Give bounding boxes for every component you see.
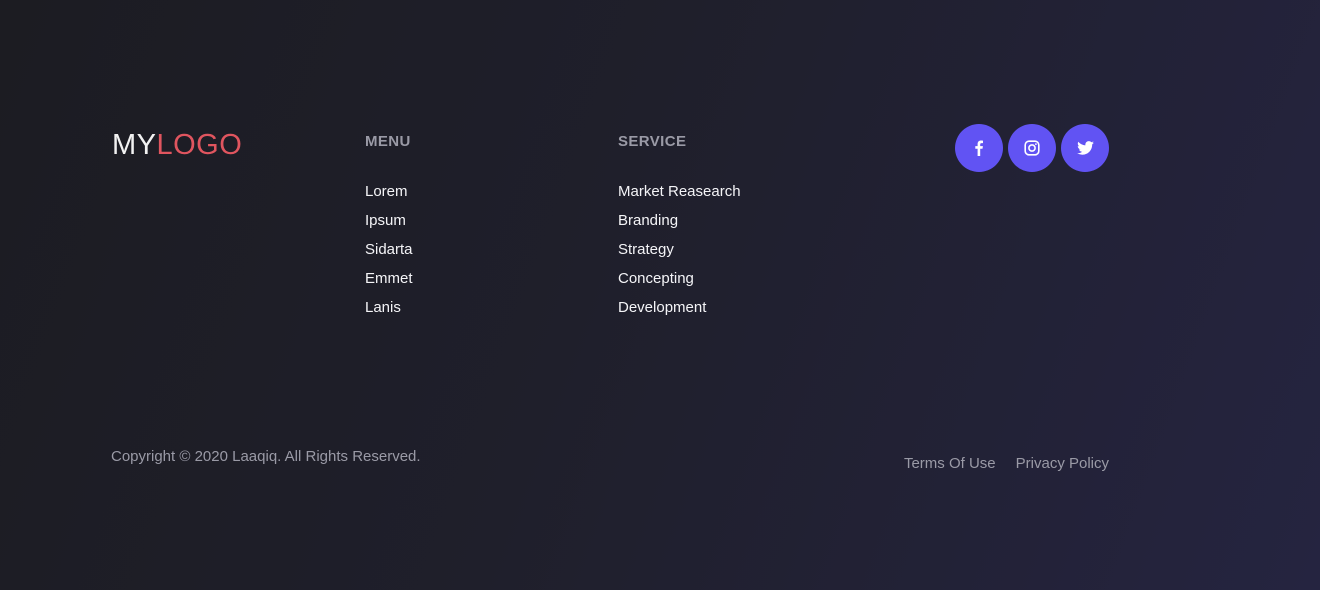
service-column: SERVICE Market Reasearch Branding Strate… — [618, 133, 741, 322]
social-links — [955, 124, 1109, 172]
menu-title: MENU — [365, 133, 411, 150]
service-link-market-research[interactable]: Market Reasearch — [618, 177, 741, 206]
facebook-icon — [971, 140, 987, 156]
twitter-icon — [1076, 141, 1094, 155]
terms-of-use-link[interactable]: Terms Of Use — [904, 455, 996, 473]
service-list: Market Reasearch Branding Strategy Conce… — [618, 177, 741, 322]
instagram-icon — [1024, 140, 1040, 156]
menu-list: Lorem Ipsum Sidarta Emmet Lanis — [365, 177, 413, 322]
service-link-concepting[interactable]: Concepting — [618, 264, 741, 293]
menu-link-lorem[interactable]: Lorem — [365, 177, 413, 206]
logo-text-logo: LOGO — [156, 129, 243, 161]
service-link-strategy[interactable]: Strategy — [618, 235, 741, 264]
menu-link-lanis[interactable]: Lanis — [365, 293, 413, 322]
menu-link-sidarta[interactable]: Sidarta — [365, 235, 413, 264]
facebook-button[interactable] — [955, 124, 1003, 172]
service-title: SERVICE — [618, 133, 687, 150]
site-footer: MYLOGO MENU Lorem Ipsum Sidarta Emmet La… — [0, 0, 1320, 590]
copyright-text: Copyright © 2020 Laaqiq. All Rights Rese… — [111, 448, 421, 465]
menu-link-ipsum[interactable]: Ipsum — [365, 206, 413, 235]
instagram-button[interactable] — [1008, 124, 1056, 172]
service-link-development[interactable]: Development — [618, 293, 741, 322]
logo-text-my: MY — [112, 129, 157, 161]
legal-links: Terms Of Use Privacy Policy — [904, 455, 1109, 473]
privacy-policy-link[interactable]: Privacy Policy — [1016, 455, 1109, 473]
twitter-button[interactable] — [1061, 124, 1109, 172]
site-logo[interactable]: MYLOGO — [112, 128, 242, 162]
menu-link-emmet[interactable]: Emmet — [365, 264, 413, 293]
menu-column: MENU Lorem Ipsum Sidarta Emmet Lanis — [365, 133, 413, 322]
service-link-branding[interactable]: Branding — [618, 206, 741, 235]
